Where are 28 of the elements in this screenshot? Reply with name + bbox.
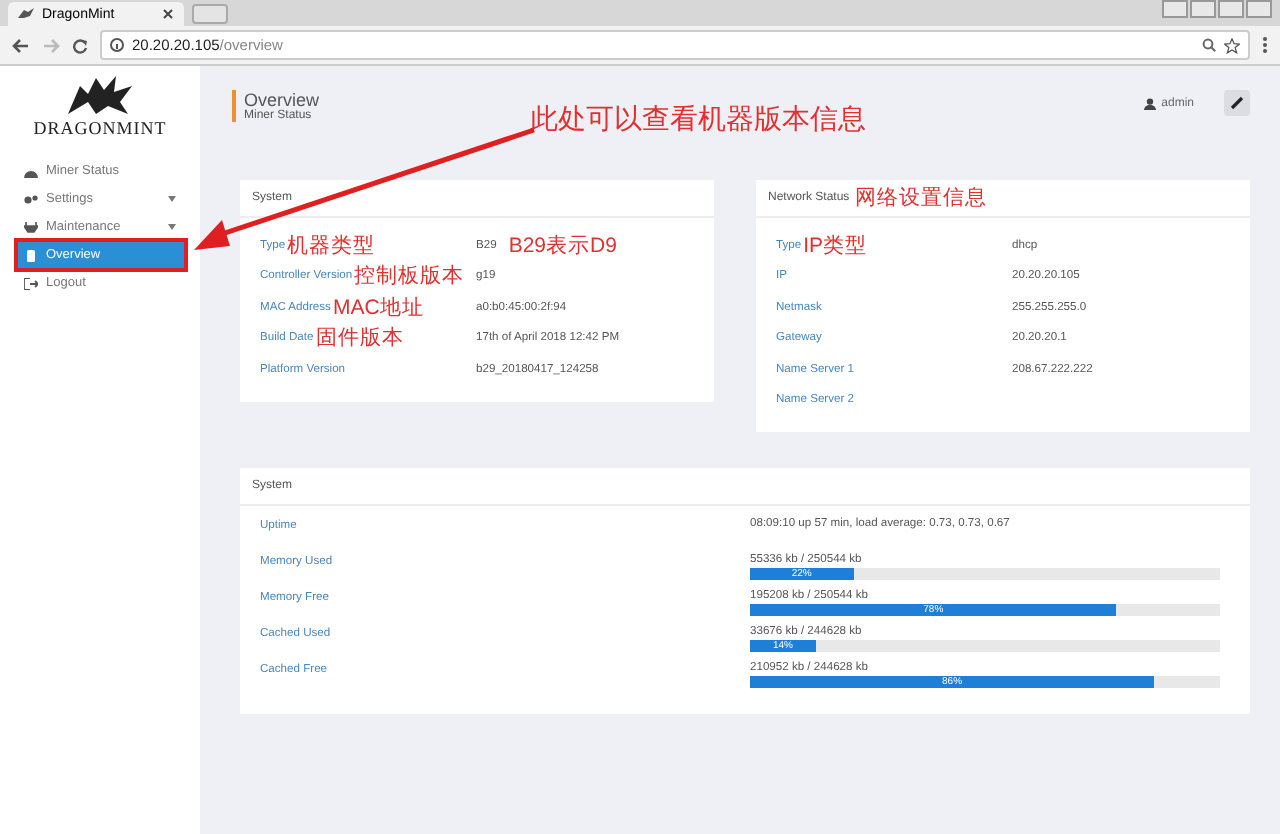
annotation-text: 机器类型	[287, 235, 376, 256]
info-icon	[110, 38, 124, 52]
dashboard-icon	[24, 165, 38, 177]
exit-icon	[24, 277, 38, 289]
annotation-text: 此处可以查看机器版本信息	[530, 102, 866, 138]
annotation-text: 控制板版本	[354, 266, 465, 287]
menu-icon[interactable]	[1262, 36, 1268, 54]
page-icon	[24, 249, 38, 261]
dragon-icon	[18, 8, 34, 20]
user-icon	[1143, 97, 1156, 109]
annotation-text: MAC地址	[332, 297, 424, 318]
reload-icon[interactable]	[72, 37, 88, 53]
logo-text: DRAGONMINT	[33, 118, 167, 138]
gears-icon	[24, 193, 38, 205]
annotation-text: 固件版本	[315, 328, 404, 349]
plug-icon	[24, 221, 38, 233]
annotation-text: 网络设置信息	[855, 187, 988, 209]
annotation-text: B29表示D9	[508, 235, 617, 256]
page-title: Overview	[244, 90, 320, 110]
annotation-text: IP类型	[803, 235, 867, 256]
pencil-icon	[1230, 96, 1244, 110]
edit-button[interactable]	[1224, 90, 1250, 116]
zoom-icon[interactable]	[1202, 38, 1216, 52]
close-icon[interactable]	[162, 8, 174, 20]
caret-icon	[168, 224, 176, 230]
star-icon[interactable]	[1224, 37, 1240, 53]
caret-icon	[168, 196, 176, 202]
back-icon[interactable]	[12, 37, 30, 53]
